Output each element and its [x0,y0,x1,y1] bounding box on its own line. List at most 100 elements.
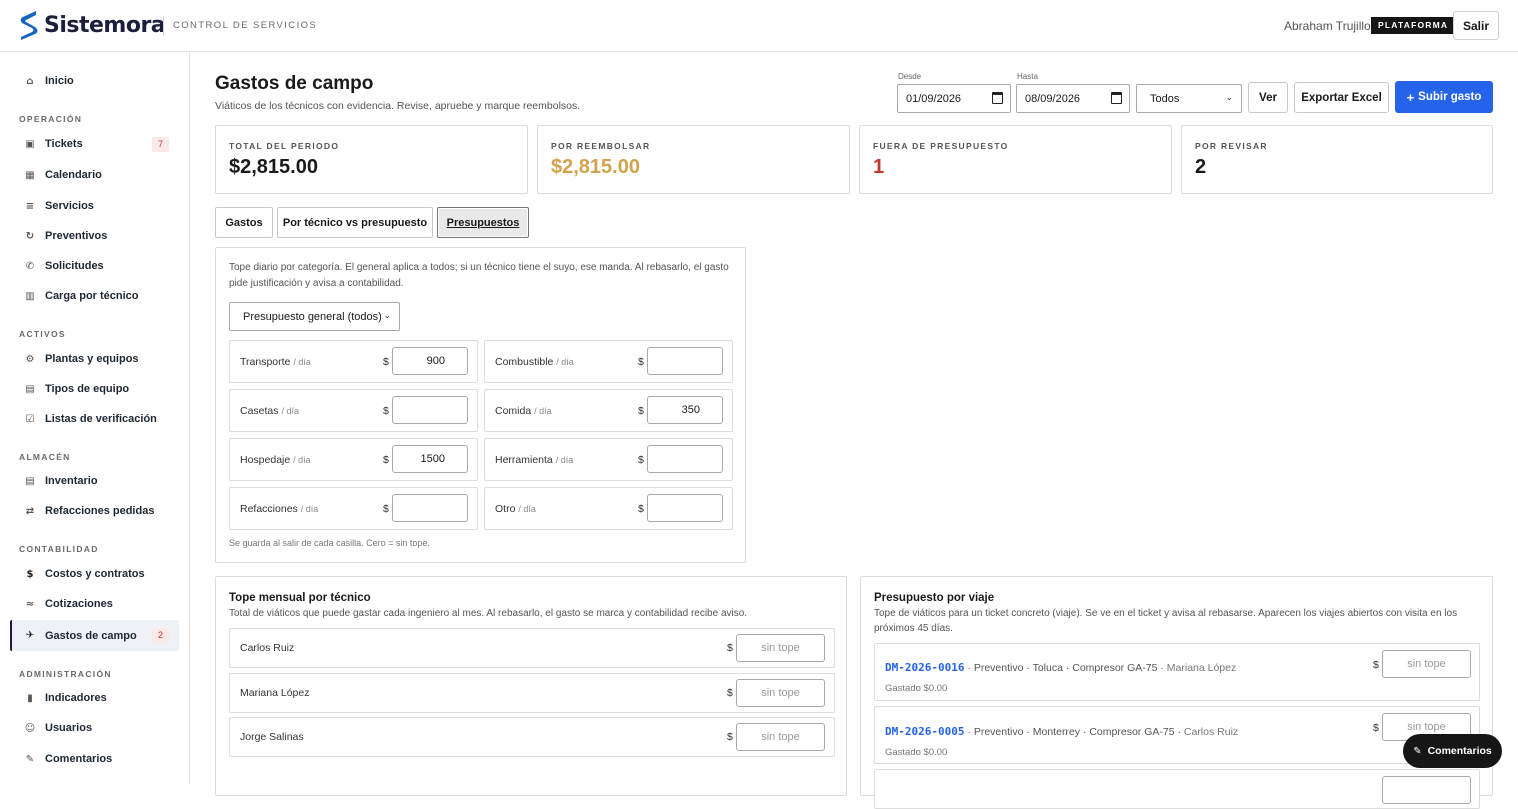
sidebar-item-tipos-de-equipo[interactable]: ▤ Tipos de equipo [10,375,179,403]
logout-button[interactable]: Salir [1453,11,1499,40]
monthly-cap-input[interactable]: sin tope [736,723,825,751]
to-date-value: 08/09/2026 [1025,92,1081,105]
sidebar-item-comentarios[interactable]: ✎ Comentarios [10,745,179,773]
cap-label-text: Combustible [495,356,554,368]
view-button[interactable]: Ver [1248,82,1288,113]
sidebar-item-calendario[interactable]: ▦ Calendario [10,161,179,189]
sidebar-item-costos-y-contratos[interactable]: $ Costos y contratos [10,560,179,588]
budget-scope-value: Presupuesto general (todos) [243,310,382,323]
currency-symbol: $ [383,454,389,466]
tab-gastos[interactable]: Gastos [215,207,273,238]
sidebar-item-label: Tickets [45,138,83,150]
cap-input[interactable] [392,396,468,424]
header-divider [163,16,164,36]
cap-label-text: Transporte [240,356,291,368]
sidebar-item-indicadores[interactable]: ▮ Indicadores [10,684,179,712]
cap-input[interactable]: 900 [392,347,468,375]
sidebar-item-carga-por-tecnico[interactable]: ▥ Carga por técnico [10,282,179,310]
upload-expense-button[interactable]: + Subir gasto [1395,81,1493,113]
cap-label: Comida / día [495,405,552,417]
sidebar-item-preventivos[interactable]: ↻ Preventivos [10,222,179,250]
platform-badge: PLATAFORMA [1371,17,1456,34]
monthly-cap-input[interactable]: sin tope [736,679,825,707]
from-date-input[interactable]: 01/09/2026 [897,84,1011,113]
sidebar-item-label: Listas de verificación [45,413,157,425]
export-excel-button[interactable]: Exportar Excel [1294,82,1389,113]
trip-cap-input[interactable]: sin tope [1382,650,1471,678]
sidebar-item-tickets[interactable]: ▣ Tickets 7 [10,130,179,158]
logo-mark-icon [20,11,38,40]
stat-value: 1 [873,156,885,178]
tab-presupuestos[interactable]: Presupuestos [437,207,529,238]
cap-label: Refacciones / día [240,503,318,515]
stat-card-total: TOTAL DEL PERIODO $2,815.00 [215,125,528,194]
technician-name: Carlos Ruiz [240,642,295,654]
ticket-link[interactable]: DM-2026-0016 [885,661,964,674]
sidebar-item-plantas-y-equipos[interactable]: ⚙ Plantas y equipos [10,345,179,373]
sidebar-item-label: Carga por técnico [45,290,139,302]
calendar-icon[interactable] [1111,92,1122,104]
logo[interactable]: Sistemora [18,9,166,41]
trip-budget-note: Tope de viáticos para un ticket concreto… [874,608,1458,634]
sidebar-item-label: Indicadores [45,692,107,704]
checklist-icon: ☑ [25,413,35,425]
sidebar-item-label: Plantas y equipos [45,353,139,365]
trip-row [874,769,1480,809]
technician-row: Mariana López $ sin tope [229,673,835,713]
currency-symbol: $ [638,503,644,515]
stat-card-reimburse: POR REEMBOLSAR $2,815.00 [537,125,850,194]
feedback-button[interactable]: ✎ Comentarios [1403,734,1502,768]
cap-label: Combustible / día [495,356,574,368]
sidebar-item-gastos-de-campo[interactable]: ✈ Gastos de campo 2 [10,620,179,651]
cap-input[interactable] [647,445,723,473]
cap-hospedaje: Hospedaje / día $ 1500 [229,438,478,481]
cap-refacciones: Refacciones / día $ [229,487,478,530]
cap-label-text: Hospedaje [240,454,291,466]
sidebar-item-servicios[interactable]: ≡ Servicios [10,192,179,220]
upload-expense-label: Subir gasto [1418,91,1482,103]
sidebar-item-refacciones-pedidas[interactable]: ⇄ Refacciones pedidas [10,497,179,525]
cap-input[interactable] [647,347,723,375]
cap-input[interactable]: 1500 [392,445,468,473]
sidebar-section-title: ACTIVOS [19,329,66,339]
calendar-icon: ▦ [25,169,35,181]
cap-input[interactable] [647,494,723,522]
calendar-icon[interactable] [992,92,1003,104]
sidebar-section-title: OPERACIÓN [19,114,83,124]
tab-por-tecnico[interactable]: Por técnico vs presupuesto [277,207,433,238]
stat-label: TOTAL DEL PERIODO [229,141,340,151]
status-select[interactable]: Todos ⌄ [1136,84,1242,113]
to-date-input[interactable]: 08/09/2026 [1016,84,1130,113]
sidebar-item-solicitudes[interactable]: ✆ Solicitudes [10,252,179,280]
currency-symbol: $ [727,642,733,654]
pencil-icon: ✎ [25,753,35,765]
sidebar-item-usuarios[interactable]: ☺ Usuarios [10,714,179,742]
monthly-caps-title: Tope mensual por técnico [229,592,371,604]
pencil-icon: ✎ [1413,745,1422,757]
count-badge: 2 [152,628,169,643]
ticket-link[interactable]: DM-2026-0005 [885,725,964,738]
logo-text: Sistemora [44,12,166,38]
trip-spent: Gastado $0.00 [885,747,948,758]
sidebar-item-label: Gastos de campo [45,629,137,642]
from-date-value: 01/09/2026 [906,92,962,105]
chevron-down-icon: ⌄ [383,311,391,321]
sidebar-item-inicio[interactable]: ⌂ Inicio [10,67,179,95]
monthly-cap-input[interactable]: sin tope [736,634,825,662]
stat-label: POR REVISAR [1195,141,1268,151]
sidebar-item-listas-de-verificacion[interactable]: ☑ Listas de verificación [10,405,179,433]
refresh-icon: ↻ [25,230,35,242]
cap-input[interactable] [392,494,468,522]
sidebar-item-cotizaciones[interactable]: ≈ Cotizaciones [10,590,179,618]
cap-casetas: Casetas / día $ [229,389,478,432]
cap-input[interactable]: 350 [647,396,723,424]
from-date-label: Desde [898,72,922,81]
inventory-icon: ▤ [25,475,35,487]
trip-technician: Mariana López [1166,662,1237,674]
sidebar-item-label: Servicios [45,200,94,212]
budget-scope-select[interactable]: Presupuesto general (todos) ⌄ [229,302,400,331]
cap-combustible: Combustible / día $ [484,340,733,383]
trip-cap-input[interactable] [1382,776,1471,804]
daily-caps-note: Tope diario por categoría. El general ap… [229,262,729,289]
sidebar-item-inventario[interactable]: ▤ Inventario [10,467,179,495]
